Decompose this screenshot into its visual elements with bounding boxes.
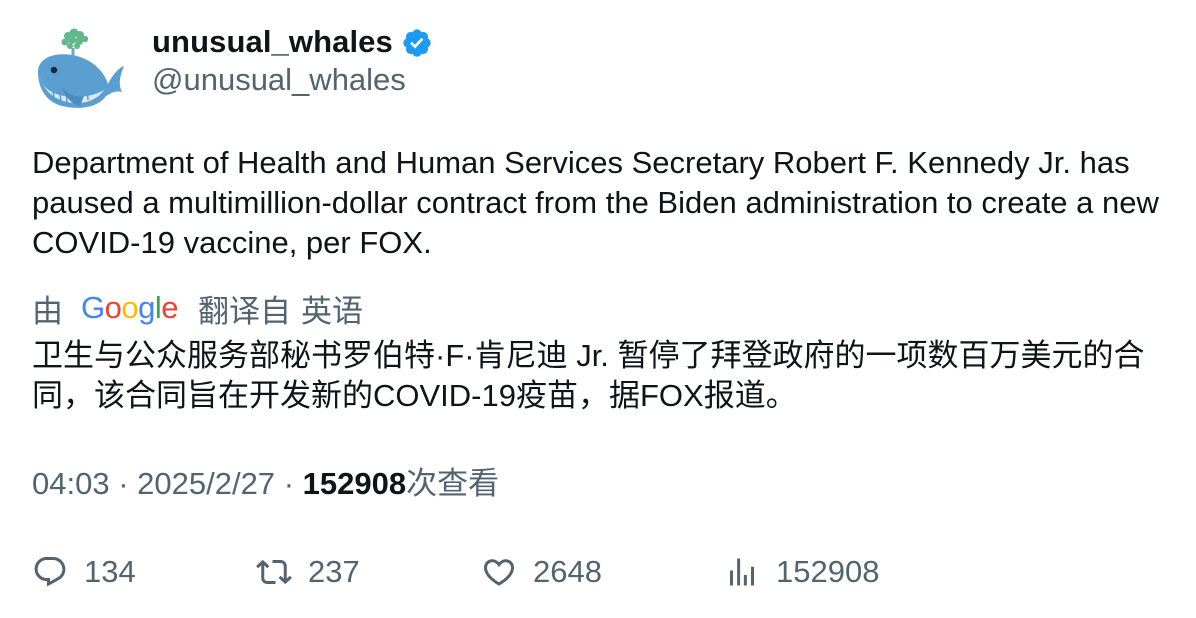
author-display-name[interactable]: unusual_whales bbox=[152, 24, 393, 60]
retweet-count: 237 bbox=[308, 554, 360, 589]
heart-icon bbox=[483, 559, 515, 586]
views-count-action: 152908 bbox=[776, 554, 880, 589]
tweet-date[interactable]: 2025/2/27 bbox=[137, 466, 275, 501]
like-button[interactable]: 2648 bbox=[481, 550, 602, 594]
verified-badge-icon bbox=[403, 29, 431, 57]
tweet-text: Department of Health and Human Services … bbox=[32, 145, 1159, 260]
author-name-row[interactable]: unusual_whales bbox=[152, 22, 433, 62]
translated-from-label: 翻译自 bbox=[198, 293, 292, 329]
analytics-icon bbox=[730, 558, 754, 586]
like-count: 2648 bbox=[533, 554, 602, 589]
views-count: 152908 bbox=[302, 466, 407, 501]
reply-icon bbox=[34, 557, 66, 587]
reply-button[interactable]: 134 bbox=[32, 550, 136, 594]
meta-separator: · bbox=[118, 466, 138, 501]
views-label: 次查看 bbox=[406, 466, 500, 501]
translated-text: 卫生与公众服务部秘书罗伯特·F·肯尼迪 Jr. 暂停了拜登政府的一项数百万美元的… bbox=[32, 338, 1145, 413]
reply-count: 134 bbox=[84, 554, 136, 589]
meta-separator: · bbox=[283, 466, 303, 501]
retweet-button[interactable]: 237 bbox=[256, 550, 360, 594]
translation-attribution[interactable]: 由 Google 翻译自 英语 bbox=[32, 288, 364, 329]
translation-by-label: 由 bbox=[32, 293, 63, 329]
action-bar: 134 237 2648 152908 bbox=[32, 550, 1172, 594]
views-button[interactable]: 152908 bbox=[724, 550, 879, 594]
source-language: 英语 bbox=[301, 293, 364, 329]
google-logo: Google bbox=[81, 290, 179, 325]
author-handle[interactable]: @unusual_whales bbox=[152, 62, 406, 98]
tweet-time[interactable]: 04:03 bbox=[32, 466, 110, 501]
avatar[interactable] bbox=[32, 24, 126, 114]
whale-icon bbox=[38, 28, 124, 108]
tweet-meta: 04:03 · 2025/2/27 · 152908次查看 bbox=[32, 463, 499, 505]
retweet-icon bbox=[256, 559, 292, 585]
